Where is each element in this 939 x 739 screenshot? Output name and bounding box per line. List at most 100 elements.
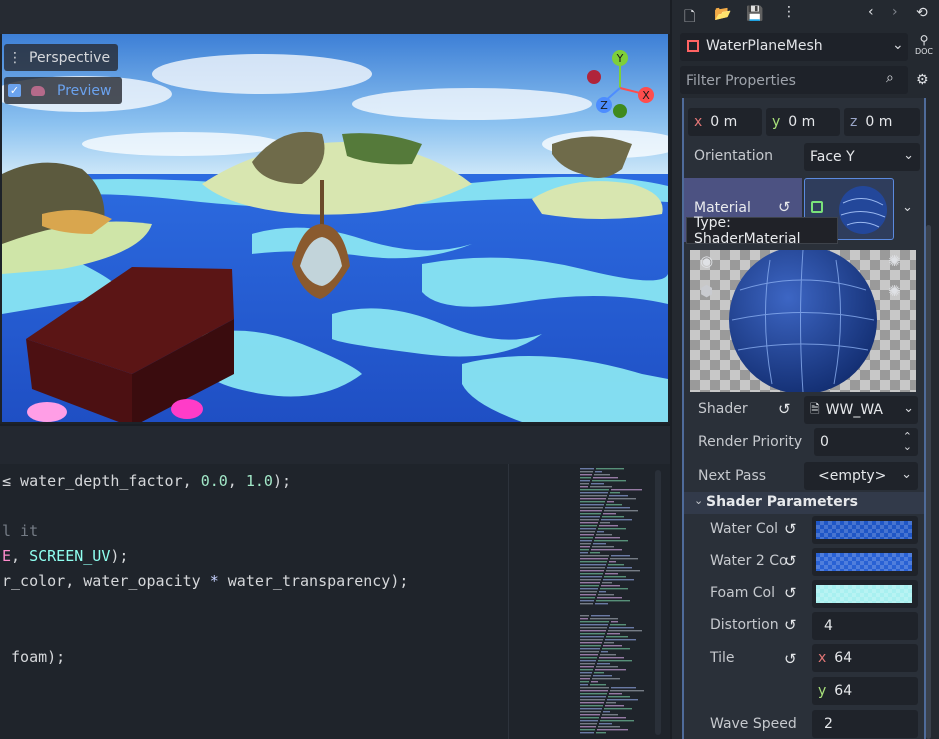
code-line[interactable]: E, SCREEN_UV); <box>2 547 128 565</box>
minimap-line <box>602 648 630 650</box>
minimap-line <box>608 498 636 500</box>
sphere-preview-icon[interactable]: ◉ <box>700 252 713 270</box>
minimap-line <box>580 720 598 722</box>
code-token: ); <box>110 547 129 565</box>
code-token: 1.0 <box>245 472 273 490</box>
shader-resource-picker[interactable]: 🗎 WW_WA ⌄ <box>804 396 918 424</box>
code-line[interactable]: foam); <box>2 648 65 666</box>
minimap-line <box>580 708 602 710</box>
minimap-line <box>580 513 601 515</box>
light-2-toggle-icon[interactable]: ✺ <box>888 282 901 300</box>
minimap-line <box>580 660 596 662</box>
history-forward-icon[interactable]: › <box>892 4 898 20</box>
minimap-line <box>596 534 612 536</box>
tile-y-field[interactable]: y 64 <box>812 677 918 705</box>
code-token: l it <box>2 522 39 540</box>
code-minimap[interactable] <box>578 464 660 739</box>
reset-foam-col-icon[interactable]: ↺ <box>784 584 797 602</box>
minimap-line <box>606 636 628 638</box>
resource-selector[interactable]: WaterPlaneMesh ⌄ <box>680 33 908 61</box>
center-offset-y-field[interactable]: y 0 m <box>766 108 840 136</box>
reset-water-col-icon[interactable]: ↺ <box>784 520 797 538</box>
preview-checkbox[interactable]: ✓ <box>8 84 21 97</box>
code-line[interactable]: r_color, water_opacity * water_transpare… <box>2 572 408 590</box>
perspective-menu-button[interactable]: ⋮ Perspective <box>4 44 119 71</box>
inspector-scrollbar[interactable] <box>926 225 931 739</box>
editor-top-strip <box>0 0 670 34</box>
light-1-toggle-icon[interactable]: ✺ <box>888 252 901 270</box>
minimap-line <box>609 495 628 497</box>
3d-viewport[interactable]: ⋮ Perspective ✓ Preview Y X Z <box>2 34 668 422</box>
minimap-line <box>580 648 600 650</box>
save-icon[interactable]: 💾 <box>746 6 763 22</box>
center-offset-x-field[interactable]: x 0 m <box>688 108 762 136</box>
minimap-line <box>598 660 632 662</box>
water-2-col-picker[interactable] <box>812 548 918 576</box>
orientation-dropdown[interactable]: Face Y ⌄ <box>804 143 920 171</box>
material-preview <box>690 250 916 392</box>
reset-water-2-col-icon[interactable]: ↺ <box>784 552 797 570</box>
minimap-line <box>600 588 628 590</box>
kebab-menu-icon[interactable]: ⋮ <box>782 4 796 20</box>
reset-distortion-icon[interactable]: ↺ <box>784 616 797 634</box>
distortion-field[interactable]: 4 <box>812 612 918 640</box>
minimap-line <box>580 642 602 644</box>
open-folder-icon[interactable]: 📂 <box>714 6 731 22</box>
minimap-line <box>590 684 606 686</box>
minimap-line <box>580 537 593 539</box>
material-thumbnail <box>839 186 887 234</box>
water-col-picker[interactable] <box>812 516 918 544</box>
minimap-line <box>580 489 609 491</box>
minimap-line <box>580 480 590 482</box>
filter-properties-field[interactable]: ⌕ <box>680 66 908 94</box>
minimap-line <box>605 573 618 575</box>
minimap-line <box>602 582 612 584</box>
minimap-line <box>580 573 603 575</box>
minimap-line <box>580 603 593 605</box>
minimap-line <box>580 675 591 677</box>
code-line[interactable]: l it <box>2 522 38 540</box>
kebab-icon: ⋮ <box>8 49 22 66</box>
code-line[interactable]: ≤ water_depth_factor, 0.0, 1.0); <box>2 472 291 490</box>
minimap-line <box>596 600 630 602</box>
preview-toggle[interactable]: ✓ Preview <box>4 77 122 104</box>
minimap-line <box>608 696 630 698</box>
box-preview-icon[interactable]: ⬢ <box>700 282 713 300</box>
minimap-line <box>580 699 605 701</box>
history-back-icon[interactable]: ‹ <box>868 4 874 20</box>
minimap-line <box>599 591 606 593</box>
object-history-icon[interactable]: ⟲ <box>916 5 928 21</box>
shader-material-icon <box>811 201 823 213</box>
code-token: ); <box>272 472 291 490</box>
reset-shader-icon[interactable]: ↺ <box>778 400 791 418</box>
shader-parameters-section[interactable]: ⌄ Shader Parameters <box>684 492 924 514</box>
code-token: E <box>2 547 12 565</box>
minimap-line <box>580 627 607 629</box>
reset-tile-icon[interactable]: ↺ <box>784 650 797 668</box>
minimap-line <box>580 723 597 725</box>
inspector-tools-icon[interactable]: ⚙ <box>916 72 929 88</box>
foam-col-picker[interactable] <box>812 580 918 608</box>
open-documentation-button[interactable]: ⚲ DOC <box>912 33 936 61</box>
next-pass-picker[interactable]: <empty> ⌄ <box>804 462 918 490</box>
minimap-line <box>610 624 626 626</box>
wave-speed-field[interactable]: 2 <box>812 710 918 738</box>
minimap-line <box>580 534 594 536</box>
minimap-line <box>580 570 604 572</box>
tile-x-field[interactable]: x 64 <box>812 644 918 672</box>
tile-y-axis-label: y <box>818 683 827 699</box>
new-resource-icon[interactable]: 🗋 <box>684 6 695 30</box>
code-editor[interactable]: ≤ water_depth_factor, 0.0, 1.0); l it E, S… <box>0 464 670 739</box>
render-priority-spinbox[interactable]: 0 ⌃ ⌄ <box>814 428 918 456</box>
minimap-line <box>609 693 622 695</box>
tile-x-value: 64 <box>834 650 853 666</box>
minimap-line <box>580 687 609 689</box>
minimap-line <box>580 558 608 560</box>
material-chevron-down-icon[interactable]: ⌄ <box>902 200 913 215</box>
filter-properties-input[interactable] <box>684 70 878 92</box>
reset-material-icon[interactable]: ↺ <box>778 198 791 216</box>
minimap-line <box>580 522 598 524</box>
code-scrollbar[interactable] <box>655 470 661 735</box>
center-offset-z-field[interactable]: z 0 m <box>844 108 920 136</box>
orientation-gizmo[interactable]: Y X Z <box>584 48 658 122</box>
